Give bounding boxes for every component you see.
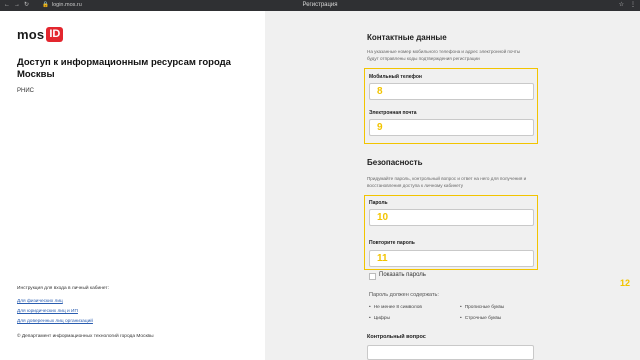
requirement-length: Не менее 8 символов [369,305,422,310]
annotation-9: 9 [377,122,383,133]
star-icon[interactable]: ☆ [619,0,624,11]
requirement-uppercase: Прописные буквы [460,305,505,310]
browser-nav: ← → ↻ [4,0,29,11]
security-description: Придумайте пароль, контрольный вопрос и … [367,176,527,188]
contact-description: На указанные номер мобильного телефона и… [367,49,521,61]
password-repeat-label: Повторите пароль [369,240,415,246]
show-password-label: Показать пароль [379,272,426,278]
page-title: Доступ к информационным ресурсам города … [17,57,231,80]
browser-toolbar: ← → ↻ 🔒 login.mos.ru Регистрация ☆ ⋮ [0,0,640,11]
password-label: Пароль [369,200,388,206]
annotation-11: 11 [377,253,388,264]
annotation-8: 8 [377,86,383,97]
logo-text: mos [17,27,45,42]
menu-icon[interactable]: ⋮ [630,0,636,11]
password-requirements-title: Пароль должен содержать: [369,292,439,298]
address-bar[interactable]: 🔒 login.mos.ru [42,0,82,11]
logo-badge: ID [46,27,64,42]
link-trusted-persons[interactable]: Для доверенных лиц организаций [17,319,93,324]
security-section-title: Безопасность [367,158,423,167]
email-field[interactable] [369,119,534,136]
address-text: login.mos.ru [51,2,82,8]
browser-actions: ☆ ⋮ [619,0,636,11]
password-field[interactable] [369,209,534,226]
copyright: © Департамент информационных технологий … [17,334,154,339]
phone-field[interactable] [369,83,534,100]
reload-icon[interactable]: ↻ [24,0,29,11]
security-question-field[interactable] [367,345,534,360]
contact-section-title: Контактные данные [367,33,447,42]
annotation-12: 12 [620,278,631,288]
link-legal-entities[interactable]: Для юридических лиц и ИП [17,309,78,314]
back-icon[interactable]: ← [4,0,10,11]
requirement-digits: Цифры [369,316,390,321]
password-repeat-field[interactable] [369,250,534,267]
phone-label: Мобильный телефон [369,74,422,80]
email-label: Электронная почта [369,110,417,116]
instructions-title: Инструкция для входа в личный кабинет: [17,286,109,291]
annotation-10: 10 [377,212,389,223]
lock-icon: 🔒 [42,2,49,8]
show-password-checkbox[interactable] [369,273,376,280]
forward-icon[interactable]: → [14,0,20,11]
requirement-lowercase: Строчные буквы [460,316,502,321]
link-individuals[interactable]: Для физических лиц [17,299,63,304]
system-name: РНИС [17,88,34,94]
mos-id-logo: mos ID [17,27,64,42]
tab-title: Регистрация [302,2,338,8]
security-question-label: Контрольный вопрос [367,334,426,340]
